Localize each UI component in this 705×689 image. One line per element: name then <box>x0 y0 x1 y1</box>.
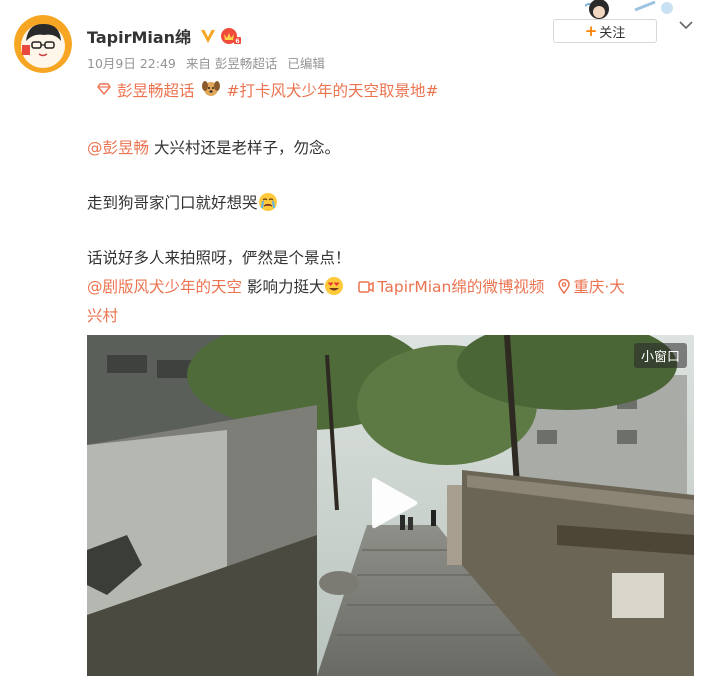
content-text: 走到狗哥家门口就好想哭 <box>87 194 258 212</box>
crying-emoji <box>258 192 278 212</box>
location-pin-icon <box>558 278 571 298</box>
content-line-1: @彭昱畅 大兴村还是老样子，勿念。 <box>87 136 340 158</box>
heart-eyes-emoji <box>324 276 344 296</box>
plus-icon: + <box>584 22 598 40</box>
content-line-4: @剧版风犬少年的天空 影响力挺大 TapirMian绵的微博视频 重庆·大 <box>87 275 625 298</box>
follow-button[interactable]: + 关注 <box>553 19 657 43</box>
supertopic-link[interactable]: 彭昱畅超话 <box>117 79 195 101</box>
username[interactable]: TapirMian绵 6 <box>87 24 242 48</box>
video-link[interactable]: TapirMian绵的微博视频 <box>377 278 544 296</box>
username-text[interactable]: TapirMian绵 <box>87 24 191 48</box>
dog-emoji <box>201 79 221 101</box>
video-player[interactable]: 小窗口 <box>87 335 694 676</box>
content-text: 大兴村还是老样子，勿念。 <box>149 139 340 157</box>
content-text: 影响力挺大 <box>242 278 325 296</box>
post-meta: 10月9日 22:49 来自 彭昱畅超话 已编辑 <box>87 53 325 72</box>
mention-link[interactable]: @剧版风犬少年的天空 <box>87 278 242 296</box>
topic-line: 彭昱畅超话 #打卡风犬少年的天空取景地# <box>97 79 439 101</box>
video-camera-icon <box>358 280 375 298</box>
play-icon[interactable] <box>370 475 420 531</box>
content-text: 话说好多人来拍照呀，俨然是个景点！ <box>87 249 351 267</box>
vip-badge-icon[interactable]: 6 <box>220 27 242 45</box>
post-date[interactable]: 10月9日 22:49 <box>87 53 176 72</box>
post-source[interactable]: 来自 彭昱畅超话 <box>186 53 277 72</box>
diamond-topic-icon <box>97 81 111 99</box>
content-line-2: 走到狗哥家门口就好想哭 <box>87 191 278 213</box>
chevron-down-icon[interactable] <box>678 16 694 30</box>
svg-text:6: 6 <box>235 38 239 45</box>
content-line-3: 话说好多人来拍照呀，俨然是个景点！ <box>87 246 351 268</box>
follow-label: 关注 <box>599 25 626 41</box>
location-link-continued[interactable]: 兴村 <box>87 307 118 325</box>
hashtag-link[interactable]: #打卡风犬少年的天空取景地# <box>227 79 439 101</box>
mini-window-button[interactable]: 小窗口 <box>633 343 687 368</box>
verified-v-icon <box>199 27 217 45</box>
edited-label[interactable]: 已编辑 <box>287 53 325 72</box>
mention-link[interactable]: @彭昱畅 <box>87 139 149 157</box>
user-avatar[interactable] <box>14 15 72 73</box>
weibo-post: TapirMian绵 6 10月9日 22:49 来自 彭昱畅超话 已编辑 + … <box>0 0 705 689</box>
location-link[interactable]: 重庆·大 <box>573 278 624 296</box>
content-line-5: 兴村 <box>87 304 118 326</box>
